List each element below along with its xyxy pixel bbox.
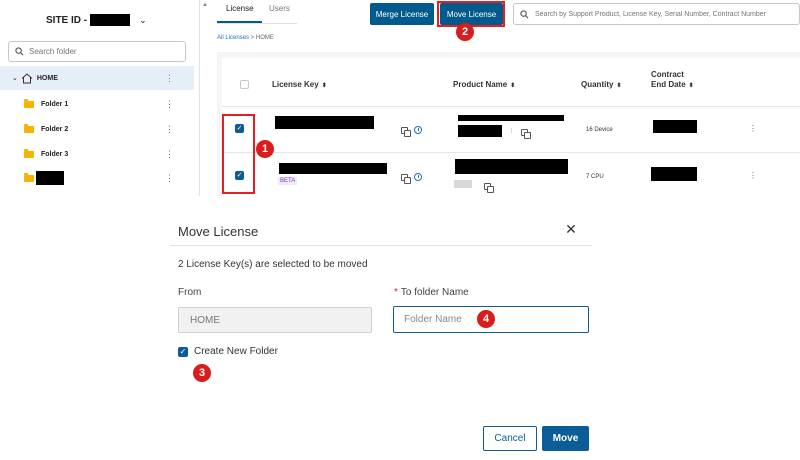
- breadcrumb: All Licenses > HOME: [217, 35, 274, 41]
- search-icon: [15, 47, 24, 56]
- row-divider: [222, 106, 800, 107]
- tree-item-folder-1[interactable]: Folder 1 ⋮: [0, 92, 194, 116]
- redacted-site-id: [90, 14, 131, 26]
- merge-license-button[interactable]: Merge License: [370, 3, 434, 25]
- redacted-product-name: [455, 159, 568, 174]
- dialog-title: Move License: [178, 224, 259, 239]
- column-header-quantity[interactable]: Quantity ⬍: [581, 80, 621, 89]
- tree-item-label: Folder 2: [41, 125, 69, 133]
- row-kebab-menu-icon[interactable]: ⋮: [749, 171, 757, 180]
- search-icon: [520, 9, 529, 18]
- step-badge-2: 2: [456, 23, 474, 41]
- column-header-contract-end-date[interactable]: Contract End Date ⬍: [651, 70, 696, 91]
- required-asterisk: *: [394, 287, 398, 298]
- history-icon[interactable]: [414, 173, 422, 181]
- kebab-menu-icon[interactable]: ⋮: [165, 124, 174, 135]
- beta-badge: BETA: [278, 177, 298, 185]
- step-badge-4: 4: [477, 310, 495, 328]
- redacted-license-key: [275, 116, 374, 129]
- quantity-value: 16 Device: [586, 127, 613, 133]
- license-search-box[interactable]: [513, 3, 800, 25]
- copy-icon[interactable]: [521, 129, 531, 139]
- folder-icon: [24, 148, 34, 158]
- kebab-menu-icon[interactable]: ⋮: [165, 99, 174, 110]
- text-cursor: [511, 128, 512, 133]
- license-table-panel: License Key ⬍ Product Name ⬍ Quantity ⬍ Con…: [217, 52, 800, 196]
- column-header-license-key[interactable]: License Key ⬍: [272, 80, 327, 89]
- site-id-label: SITE ID -: [46, 14, 88, 26]
- site-selector[interactable]: SITE ID - ⌄: [46, 14, 147, 26]
- to-folder-label: * To folder Name: [394, 287, 469, 298]
- folder-icon: [24, 98, 34, 108]
- dialog-divider: [170, 245, 592, 246]
- history-icon[interactable]: [414, 126, 422, 134]
- chevron-down-icon[interactable]: ⌄: [139, 15, 147, 26]
- breadcrumb-current: HOME: [255, 35, 274, 41]
- tab-users[interactable]: Users: [269, 4, 290, 13]
- step-badge-1: 1: [256, 140, 274, 158]
- chevron-down-icon[interactable]: ⌄: [12, 74, 18, 82]
- row-divider: [222, 152, 800, 153]
- breadcrumb-all-licenses[interactable]: All Licenses: [217, 35, 249, 41]
- license-table: License Key ⬍ Product Name ⬍ Quantity ⬍ Con…: [222, 58, 800, 196]
- home-icon: [21, 72, 33, 83]
- sort-icon: ⬍: [616, 83, 622, 89]
- scroll-up-arrow-icon[interactable]: ▲: [202, 2, 208, 8]
- selection-message: 2 License Key(s) are selected to be move…: [178, 259, 368, 270]
- copy-icon[interactable]: [484, 183, 494, 193]
- close-icon[interactable]: ✕: [564, 222, 578, 236]
- sort-icon: ⬍: [688, 83, 694, 89]
- breadcrumb-separator: >: [249, 35, 256, 41]
- redacted-product-name: [458, 115, 564, 121]
- tree-item-folder-2[interactable]: Folder 2 ⋮: [0, 117, 194, 141]
- tree-item-label: Folder 1: [41, 100, 69, 108]
- search-folder-input[interactable]: [29, 47, 169, 56]
- redacted-product-name: [458, 125, 502, 137]
- copy-icon[interactable]: [401, 174, 411, 184]
- highlight-row-checkboxes: [222, 114, 255, 194]
- tree-item-label: HOME: [36, 74, 58, 82]
- redacted-product-detail: [454, 180, 472, 188]
- tree-item-redacted-folder[interactable]: ⋮: [0, 166, 194, 190]
- kebab-menu-icon[interactable]: ⋮: [165, 73, 174, 84]
- create-new-folder-label[interactable]: Create New Folder: [194, 346, 278, 357]
- row-kebab-menu-icon[interactable]: ⋮: [749, 124, 757, 133]
- step-badge-3: 3: [193, 364, 211, 382]
- sidebar-divider: [199, 0, 200, 196]
- redacted-license-key: [279, 163, 387, 174]
- tab-divider: [217, 23, 297, 24]
- move-button[interactable]: Move: [542, 426, 589, 451]
- redacted-contract-end-date: [653, 120, 697, 133]
- copy-icon[interactable]: [401, 127, 411, 137]
- tree-item-folder-3[interactable]: Folder 3 ⋮: [0, 142, 194, 166]
- folder-icon: [24, 123, 34, 133]
- from-field: [178, 307, 372, 333]
- sort-icon: ⬍: [510, 83, 516, 89]
- create-new-folder-checkbox[interactable]: ✓: [178, 347, 188, 357]
- select-all-checkbox[interactable]: [240, 80, 249, 89]
- from-label: From: [178, 287, 202, 298]
- sort-icon: ⬍: [321, 83, 327, 89]
- tree-item-home[interactable]: ⌄ HOME ⋮: [0, 66, 194, 90]
- folder-icon: [24, 172, 34, 182]
- sidebar: SITE ID - ⌄ ⌄ HOME ⋮ Folder 1 ⋮ Folder 2…: [0, 0, 196, 196]
- tree-item-label: Folder 3: [41, 150, 69, 158]
- search-folder-box[interactable]: [8, 41, 186, 62]
- column-header-product-name[interactable]: Product Name ⬍: [453, 80, 515, 89]
- highlight-move-license: [437, 1, 505, 27]
- tab-license[interactable]: License: [226, 4, 254, 13]
- license-search-input[interactable]: [535, 10, 795, 18]
- kebab-menu-icon[interactable]: ⋮: [165, 173, 174, 184]
- quantity-value: 7 CPU: [586, 174, 604, 180]
- redacted-folder-name: [36, 171, 64, 185]
- kebab-menu-icon[interactable]: ⋮: [165, 149, 174, 160]
- redacted-contract-end-date: [651, 167, 697, 181]
- cancel-button[interactable]: Cancel: [483, 426, 537, 451]
